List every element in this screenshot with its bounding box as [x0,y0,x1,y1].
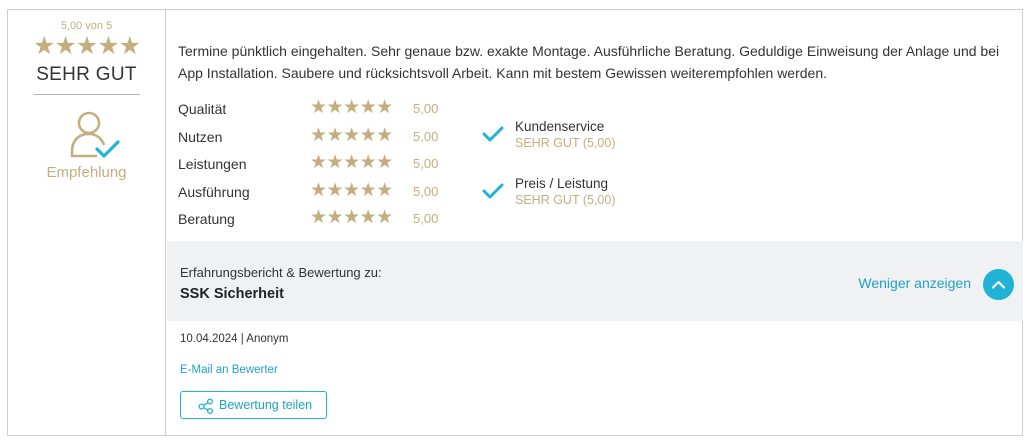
recommendation-label: Empfehlung [46,164,127,181]
criterion-stars-icon: ★★★★★ [310,152,393,173]
chevron-up-icon [991,280,1006,289]
email-reviewer-link[interactable]: E-Mail an Bewerter [180,364,278,376]
check-icon [482,126,504,142]
divider [34,94,140,95]
criterion-score: 5,00 [413,211,439,226]
collapse-button[interactable] [983,269,1014,300]
criterion-score: 5,00 [413,129,439,144]
review-subject-band: Erfahrungsbericht & Bewertung zu: SSK Si… [167,241,1023,321]
summary-column: 5,00 von 5 ★★★★★ SEHR GUT Empfehlung [8,10,166,435]
recommendation-preis-leistung: Preis / Leistung SEHR GUT (5,00) [482,176,682,216]
criterion-stars-icon: ★★★★★ [310,125,393,146]
criterion-stars-icon: ★★★★★ [310,207,393,228]
criterion-label: Leistungen [178,156,247,172]
criterion-row-beratung: Beratung ★★★★★ 5,00 [178,207,458,229]
criterion-stars-icon: ★★★★★ [310,97,393,118]
recommendation-kundenservice: Kundenservice SEHR GUT (5,00) [482,119,682,159]
recommendation-grade: SEHR GUT (5,00) [515,136,616,150]
share-review-button[interactable]: Bewertung teilen [180,391,327,419]
criterion-label: Beratung [178,211,235,227]
criterion-stars-icon: ★★★★★ [310,180,393,201]
subject-label: Erfahrungsbericht & Bewertung zu: [180,265,382,280]
overall-grade: SEHR GUT [36,64,137,85]
review-card: 5,00 von 5 ★★★★★ SEHR GUT Empfehlung Ter… [7,9,1023,436]
show-less-link[interactable]: Weniger anzeigen [858,275,971,291]
recommendation-grade: SEHR GUT (5,00) [515,193,616,207]
criterion-label: Nutzen [178,129,223,145]
recommendation-name: Preis / Leistung [515,176,609,191]
criterion-row-ausfuehrung: Ausführung ★★★★★ 5,00 [178,180,458,202]
criterion-score: 5,00 [413,101,439,116]
share-button-label: Bewertung teilen [219,398,313,412]
review-text: Termine pünktlich eingehalten. Sehr gena… [178,43,1000,81]
recommendation-name: Kundenservice [515,119,605,134]
criterion-score: 5,00 [413,156,439,171]
criterion-score: 5,00 [413,184,439,199]
criterion-row-qualitaet: Qualität ★★★★★ 5,00 [178,97,458,119]
share-icon [198,398,214,414]
criterion-row-leistungen: Leistungen ★★★★★ 5,00 [178,152,458,174]
review-meta: 10.04.2024 | Anonym [180,333,289,345]
user-check-icon [70,111,120,158]
criterion-label: Qualität [178,101,227,117]
overall-stars-icon: ★★★★★ [32,32,141,60]
criterion-label: Ausführung [178,184,250,200]
check-icon [482,183,504,199]
criterion-row-nutzen: Nutzen ★★★★★ 5,00 [178,125,458,147]
company-name: SSK Sicherheit [180,286,284,302]
